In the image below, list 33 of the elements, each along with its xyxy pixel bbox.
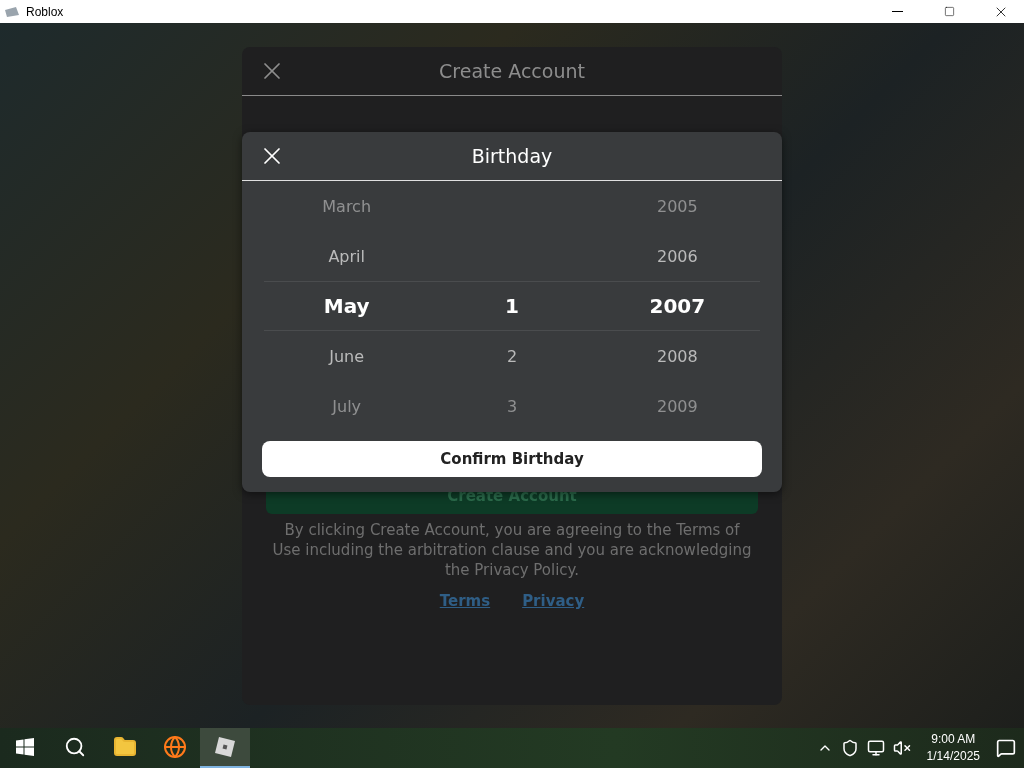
year-option[interactable]: 2006: [656, 246, 698, 266]
clock[interactable]: 9:00 AM 1/14/2025: [926, 731, 980, 765]
shield-icon[interactable]: [840, 739, 859, 757]
year-option[interactable]: 2007: [649, 294, 706, 318]
month-option[interactable]: June: [329, 346, 365, 366]
month-option[interactable]: July: [332, 396, 362, 416]
search-icon: [64, 736, 86, 758]
globe-icon: [163, 735, 187, 759]
agreement-text: By clicking Create Account, you are agreeing to the Terms of Use including the arbitration clause and you are acknowledging the Privacy Policy.: [272, 520, 752, 580]
notifications-icon[interactable]: [996, 738, 1016, 758]
day-option[interactable]: 3: [506, 396, 518, 416]
year-option[interactable]: 2009: [656, 396, 698, 416]
day-option[interactable]: 2: [506, 346, 518, 366]
month-option[interactable]: April: [328, 246, 365, 266]
minimize-icon: [891, 11, 903, 12]
windows-logo-icon: [16, 738, 34, 756]
day-option[interactable]: 1: [505, 294, 519, 318]
year-option[interactable]: 2008: [656, 346, 698, 366]
time-text: 9:00 AM: [931, 731, 976, 748]
taskbar-button[interactable]: [200, 728, 250, 768]
muted-speaker-icon[interactable]: [892, 739, 911, 757]
network-icon[interactable]: [866, 739, 885, 757]
window-title: Roblox: [26, 4, 65, 19]
restore-icon: [943, 6, 955, 17]
panel-title: Create Account: [439, 60, 585, 82]
app-icon: [4, 5, 20, 18]
dialog-title: Birthday: [471, 145, 553, 167]
month-option[interactable]: March: [322, 196, 372, 216]
folder-icon: [113, 735, 137, 759]
month-option[interactable]: May: [323, 294, 370, 318]
date-text: 1/14/2025: [926, 748, 980, 765]
confirm-birthday-button[interactable]: Confirm Birthday: [262, 441, 762, 477]
year-option[interactable]: 2005: [656, 196, 698, 216]
